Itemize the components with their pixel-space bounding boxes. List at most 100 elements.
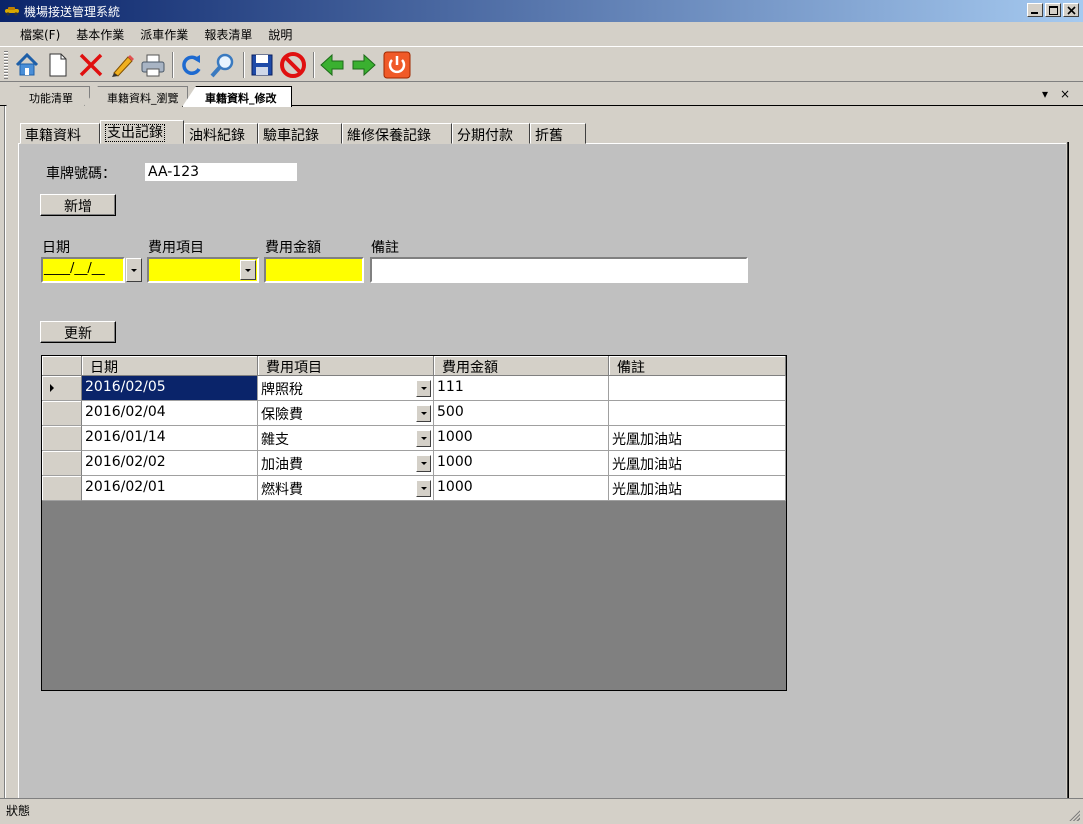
doc-tab-menu-list[interactable]: 功能清單: [6, 86, 90, 106]
document-tab-strip: 功能清單 車籍資料_瀏覽 車籍資料_修改 ▾ ×: [0, 82, 1083, 107]
menu-dispatch[interactable]: 派車作業: [132, 22, 196, 44]
new-button[interactable]: [43, 50, 73, 80]
tab-expense-records[interactable]: 支出記錄: [100, 120, 184, 144]
note-input[interactable]: [370, 257, 748, 283]
save-button[interactable]: [247, 50, 277, 80]
minimize-button[interactable]: [1027, 3, 1043, 17]
cell-item[interactable]: 雜支: [258, 426, 434, 451]
app-icon: [5, 7, 19, 16]
menu-basic[interactable]: 基本作業: [68, 22, 132, 44]
table-row[interactable]: 2016/02/01 燃料費 1000 光凰加油站: [42, 476, 786, 501]
doc-tab-vehicle-browse[interactable]: 車籍資料_瀏覽: [84, 86, 188, 106]
cell-item[interactable]: 加油費: [258, 451, 434, 476]
cell-date[interactable]: 2016/01/14: [82, 426, 258, 451]
doc-tab-vehicle-edit[interactable]: 車籍資料_修改: [182, 86, 292, 107]
cell-note[interactable]: [609, 376, 786, 401]
row-header[interactable]: [42, 426, 82, 451]
table-row[interactable]: 2016/01/14 雜支 1000 光凰加油站: [42, 426, 786, 451]
table-row[interactable]: 2016/02/04 保險費 500: [42, 401, 786, 426]
cell-date[interactable]: 2016/02/04: [82, 401, 258, 426]
amount-input[interactable]: [264, 257, 364, 283]
tab-vehicle-info[interactable]: 車籍資料: [20, 123, 100, 144]
doc-tab-close-icon[interactable]: ×: [1060, 87, 1070, 101]
expense-grid[interactable]: 日期 費用項目 費用金額 備註 2016/02/05 牌照稅 111 2016/…: [41, 355, 787, 691]
cell-date[interactable]: 2016/02/02: [82, 451, 258, 476]
expense-item-select[interactable]: [147, 257, 259, 283]
cell-date[interactable]: 2016/02/05: [82, 376, 258, 401]
exit-button[interactable]: [382, 50, 412, 80]
cell-item[interactable]: 牌照稅: [258, 376, 434, 401]
maximize-button[interactable]: [1045, 3, 1061, 17]
update-button[interactable]: 更新: [40, 321, 116, 343]
chevron-down-icon: [420, 412, 427, 415]
column-header-amount[interactable]: 費用金額: [434, 356, 609, 376]
date-input[interactable]: ____/__/__: [41, 257, 125, 283]
column-header-item[interactable]: 費用項目: [258, 356, 434, 376]
cell-dropdown-button[interactable]: [416, 480, 431, 497]
date-dropdown-button[interactable]: [126, 258, 142, 282]
tab-depreciation[interactable]: 折舊: [530, 123, 586, 144]
cell-dropdown-button[interactable]: [416, 455, 431, 472]
cell-dropdown-button[interactable]: [416, 405, 431, 422]
delete-button[interactable]: [76, 50, 106, 80]
cell-note[interactable]: 光凰加油站: [609, 451, 786, 476]
tab-inspection-records[interactable]: 驗車記錄: [258, 123, 342, 144]
print-button[interactable]: [138, 50, 168, 80]
row-header[interactable]: [42, 451, 82, 476]
resize-grip-icon[interactable]: [1068, 809, 1080, 821]
row-header[interactable]: [42, 401, 82, 426]
menu-help[interactable]: 說明: [260, 22, 300, 44]
cell-note[interactable]: [609, 401, 786, 426]
table-row[interactable]: 2016/02/02 加油費 1000 光凰加油站: [42, 451, 786, 476]
current-row-icon: [50, 384, 54, 392]
cell-amount[interactable]: 1000: [434, 426, 609, 451]
cell-amount[interactable]: 1000: [434, 476, 609, 501]
menu-reports[interactable]: 報表清單: [196, 22, 260, 44]
cell-item-text: 燃料費: [261, 482, 303, 498]
refresh-icon: [182, 55, 201, 75]
edit-button[interactable]: [107, 50, 137, 80]
edit-icon: [112, 55, 134, 77]
search-button[interactable]: [208, 50, 238, 80]
plate-number-field[interactable]: AA-123: [144, 162, 298, 182]
table-row[interactable]: 2016/02/05 牌照稅 111: [42, 376, 786, 401]
cell-note[interactable]: 光凰加油站: [609, 426, 786, 451]
toolbar-separator: [313, 52, 315, 78]
expense-item-dropdown-button[interactable]: [240, 260, 256, 280]
cell-item[interactable]: 保險費: [258, 401, 434, 426]
cell-item-text: 雜支: [261, 432, 289, 448]
tab-fuel-records[interactable]: 油料紀錄: [184, 123, 258, 144]
column-header-note[interactable]: 備註: [609, 356, 786, 376]
tab-installments[interactable]: 分期付款: [452, 123, 530, 144]
status-bar: 狀態: [0, 798, 1083, 824]
cancel-button[interactable]: [278, 50, 308, 80]
forward-icon: [352, 53, 376, 77]
cell-amount[interactable]: 111: [434, 376, 609, 401]
cell-date[interactable]: 2016/02/01: [82, 476, 258, 501]
column-header-date[interactable]: 日期: [82, 356, 258, 376]
print-icon: [141, 54, 165, 77]
title-bar: 機場接送管理系統: [0, 0, 1083, 22]
cell-dropdown-button[interactable]: [416, 380, 431, 397]
date-label: 日期: [42, 240, 70, 256]
refresh-button[interactable]: [176, 50, 206, 80]
forward-button[interactable]: [349, 50, 379, 80]
cell-item[interactable]: 燃料費: [258, 476, 434, 501]
cell-note[interactable]: 光凰加油站: [609, 476, 786, 501]
menu-file[interactable]: 檔案(F): [12, 22, 68, 44]
close-button[interactable]: [1063, 3, 1079, 17]
toolbar-separator: [243, 52, 245, 78]
toolbar-grip[interactable]: [4, 51, 8, 79]
row-header[interactable]: [42, 476, 82, 501]
back-button[interactable]: [317, 50, 347, 80]
cell-amount[interactable]: 500: [434, 401, 609, 426]
cancel-icon: [280, 52, 306, 78]
doc-tab-dropdown-icon[interactable]: ▾: [1042, 87, 1048, 101]
add-button[interactable]: 新增: [40, 194, 116, 216]
home-button[interactable]: [12, 50, 42, 80]
tab-maintenance-records[interactable]: 維修保養記錄: [342, 123, 452, 144]
cell-amount[interactable]: 1000: [434, 451, 609, 476]
cell-dropdown-button[interactable]: [416, 430, 431, 447]
tab-label: 分期付款: [457, 128, 513, 144]
row-header[interactable]: [42, 376, 82, 401]
